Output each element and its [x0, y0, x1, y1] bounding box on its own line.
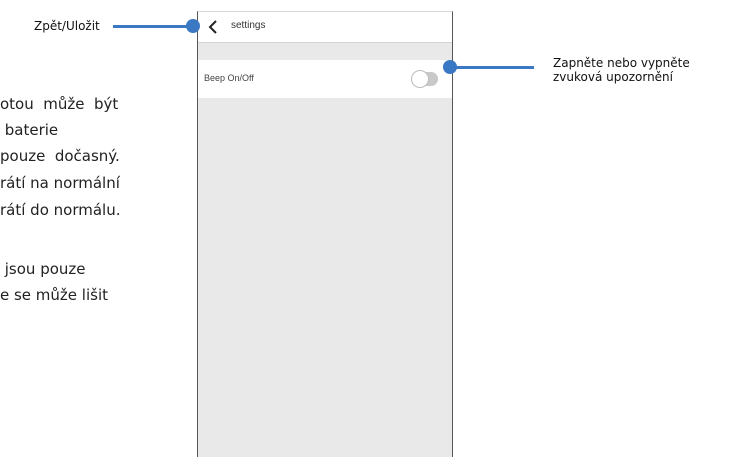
- manual-text-line: pouze dočasný.: [0, 147, 120, 165]
- callout-beep-text-line2: zvuková upozornění: [553, 70, 673, 84]
- chevron-left-icon[interactable]: [206, 19, 220, 35]
- page-title: settings: [231, 20, 266, 31]
- beep-label: Beep On/Off: [204, 73, 254, 83]
- toggle-knob: [412, 71, 428, 87]
- manual-text-line: rátí do normálu.: [0, 201, 121, 219]
- beep-toggle[interactable]: [412, 71, 438, 87]
- callout-beep-text-line1: Zapněte nebo vypněte: [553, 56, 690, 70]
- manual-text-line: jsou pouze: [0, 260, 86, 278]
- app-header: settings: [198, 12, 452, 43]
- phone-screen: settings Beep On/Off: [197, 11, 453, 457]
- settings-row-beep: Beep On/Off: [198, 60, 452, 98]
- callout-back-dot: [186, 19, 200, 33]
- manual-text-line: baterie: [0, 121, 59, 139]
- callout-back-text: Zpět/Uložit: [34, 19, 100, 33]
- manual-text-line: e se může lišit: [0, 286, 108, 304]
- manual-text-line: otou může být: [0, 95, 119, 113]
- manual-text-line: rátí na normální: [0, 174, 120, 192]
- callout-back-line: [113, 25, 193, 28]
- callout-beep-line: [452, 66, 534, 69]
